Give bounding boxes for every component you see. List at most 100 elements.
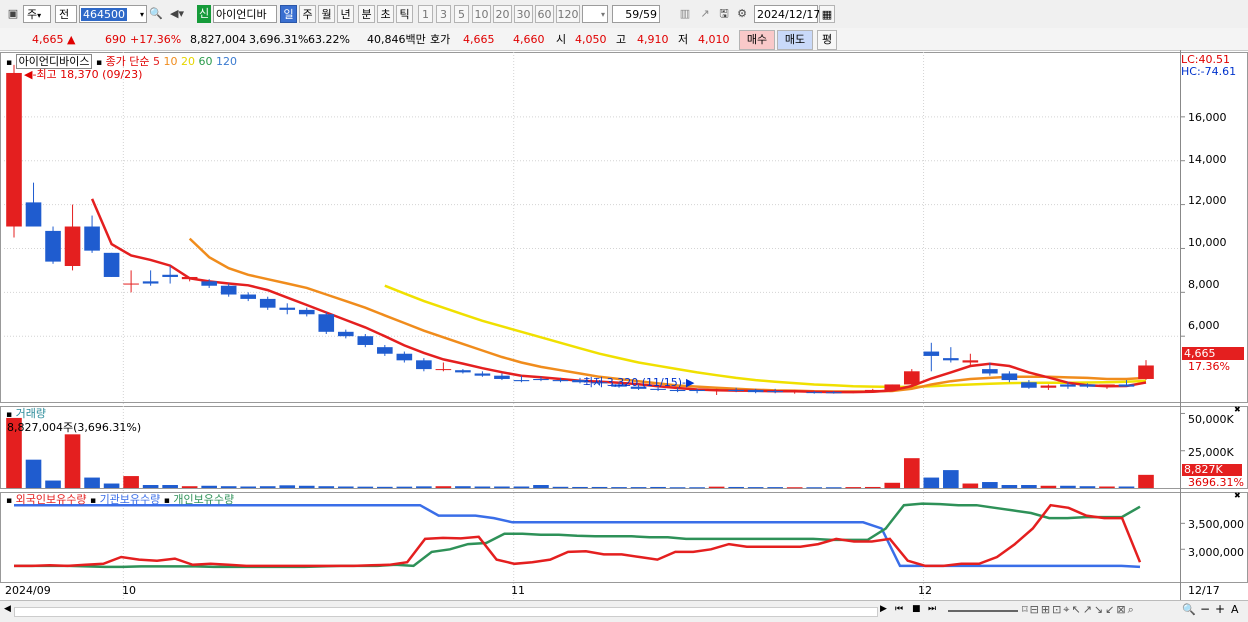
zoom-out-icon[interactable]: − — [1200, 602, 1210, 616]
last-pct-tag: 17.36% — [1188, 360, 1230, 373]
prev-select[interactable]: 전 — [55, 5, 77, 23]
candle-body — [181, 276, 198, 280]
search-icon[interactable]: 🔍 — [1182, 603, 1196, 616]
interval-20-button[interactable]: 20 — [493, 5, 512, 23]
interval-3-button[interactable]: 3 — [436, 5, 451, 23]
scroll-track[interactable] — [14, 607, 878, 617]
pane-bullet-icon: ▪ — [6, 496, 13, 506]
eval-button[interactable]: 평 — [817, 30, 837, 50]
date-input[interactable]: 2024/12/17 — [754, 5, 820, 23]
zoom-in-icon[interactable]: + — [1215, 602, 1225, 616]
speaker-icon[interactable]: ◀▾ — [166, 5, 188, 23]
y-tick: 16,000 — [1188, 111, 1227, 124]
volume-pct: 3,696.31% — [249, 33, 309, 46]
sell-button[interactable]: 매도 — [777, 30, 813, 50]
period-second-button[interactable]: 초 — [377, 5, 394, 23]
buy-button[interactable]: 매수 — [739, 30, 775, 50]
scroll-left-icon[interactable]: ◀ — [4, 604, 11, 614]
candle-body — [103, 252, 120, 277]
candle-body — [162, 274, 178, 277]
stock-name-field[interactable]: 아이언디바 — [213, 5, 277, 23]
high-label: 고 — [616, 33, 627, 46]
period-minute-button[interactable]: 분 — [358, 5, 375, 23]
period-select-value: 주 — [27, 8, 38, 21]
period-select[interactable]: 주▾ — [23, 5, 51, 23]
volume-bar — [84, 477, 100, 488]
custom-interval-select[interactable]: ▾ — [582, 5, 608, 23]
interval-1-button[interactable]: 1 — [418, 5, 433, 23]
scroll-right-icon[interactable]: ▶ — [880, 604, 887, 614]
period-tick-button[interactable]: 틱 — [396, 5, 413, 23]
search-icon[interactable]: 🔍 — [149, 5, 163, 23]
ma60-label: 60 — [198, 55, 213, 68]
zoom-slider[interactable] — [948, 610, 1018, 612]
scroll-start-icon[interactable]: ⏮ — [895, 604, 903, 614]
candle-body — [962, 360, 979, 363]
stop-icon[interactable]: ■ — [912, 604, 921, 614]
ma5-label: 5 — [153, 55, 161, 68]
foreign-label: 외국인보유수량 — [15, 493, 87, 506]
draw-icon[interactable]: ↗ — [696, 5, 714, 23]
count-input[interactable]: 59/59 — [612, 5, 660, 23]
window-icon[interactable]: ▣ — [5, 5, 21, 23]
volume-bar — [552, 486, 569, 488]
volume-bar — [943, 470, 959, 488]
interval-10-button[interactable]: 10 — [472, 5, 491, 23]
pane-bullet-icon: ▪ — [89, 496, 97, 506]
interval-5-button[interactable]: 5 — [454, 5, 469, 23]
interval-60-button[interactable]: 60 — [535, 5, 554, 23]
candle-body — [1079, 384, 1096, 387]
code-input[interactable]: 464500 ▾ — [79, 5, 147, 23]
y-tick: 25,000K — [1188, 446, 1234, 459]
new-badge: 신 — [197, 5, 211, 23]
volume-bar — [357, 486, 374, 488]
candle-body — [279, 307, 296, 310]
volume-bar — [337, 486, 354, 488]
period-year-button[interactable]: 년 — [337, 5, 354, 23]
last-volume-pct: 3696.31% — [1188, 476, 1244, 489]
scroll-end-icon[interactable]: ⏭ — [928, 604, 936, 614]
volume-bar — [396, 486, 413, 488]
hc-label: HC:-74.61 — [1181, 65, 1237, 78]
period-week-button[interactable]: 주 — [299, 5, 316, 23]
candle-body — [123, 283, 139, 285]
volume-bar — [591, 486, 608, 488]
chevron-down-icon: ▾ — [37, 11, 42, 20]
volume-bar — [1118, 486, 1135, 488]
x-label: 2024/09 — [5, 584, 51, 597]
close-pane-icon[interactable]: ✖ — [1234, 491, 1241, 500]
x-axis-right-label: 12/17 — [1188, 584, 1220, 597]
ma20-label: 20 — [181, 55, 196, 68]
turnover: 63.22% — [308, 33, 350, 46]
period-month-button[interactable]: 월 — [318, 5, 335, 23]
candle-body — [728, 389, 744, 392]
candle-body — [943, 358, 959, 361]
pane-border — [0, 406, 1248, 489]
candle-body — [1060, 384, 1076, 387]
volume-bar — [240, 486, 257, 488]
stock-chart[interactable] — [0, 50, 1248, 600]
candle-body — [884, 384, 901, 390]
volume-bar — [982, 482, 998, 488]
trade-amount: 40,846백만 — [367, 33, 426, 46]
auto-scale-icon[interactable]: A — [1231, 603, 1239, 616]
interval-120-button[interactable]: 120 — [556, 5, 580, 23]
gear-icon[interactable]: ⚙ — [734, 5, 750, 23]
last-price-tag: 4,665 — [1182, 347, 1244, 360]
drawing-tools-icon[interactable]: ⌑⊟⊞⊡⌖↖↗↘↙⊠⌕ — [1022, 603, 1136, 617]
y-tick: 6,000 — [1188, 319, 1220, 332]
close-pane-icon[interactable]: ✖ — [1234, 405, 1241, 414]
volume-bar — [64, 434, 81, 488]
chevron-down-icon: ▾ — [139, 10, 144, 19]
volume-bar — [201, 485, 217, 488]
period-day-button[interactable]: 일 — [280, 5, 297, 23]
current-price: 4,665 ▲ — [32, 31, 75, 48]
y-tick: 3,000,000 — [1188, 546, 1244, 559]
calendar-icon[interactable]: ▦ — [819, 5, 835, 23]
save-icon[interactable]: 🖫 — [715, 5, 733, 23]
interval-30-button[interactable]: 30 — [514, 5, 533, 23]
candle-body — [806, 392, 823, 394]
candle-body — [6, 72, 22, 227]
chart-type-icon[interactable]: ▥ — [676, 5, 694, 23]
volume-bar — [259, 486, 276, 488]
